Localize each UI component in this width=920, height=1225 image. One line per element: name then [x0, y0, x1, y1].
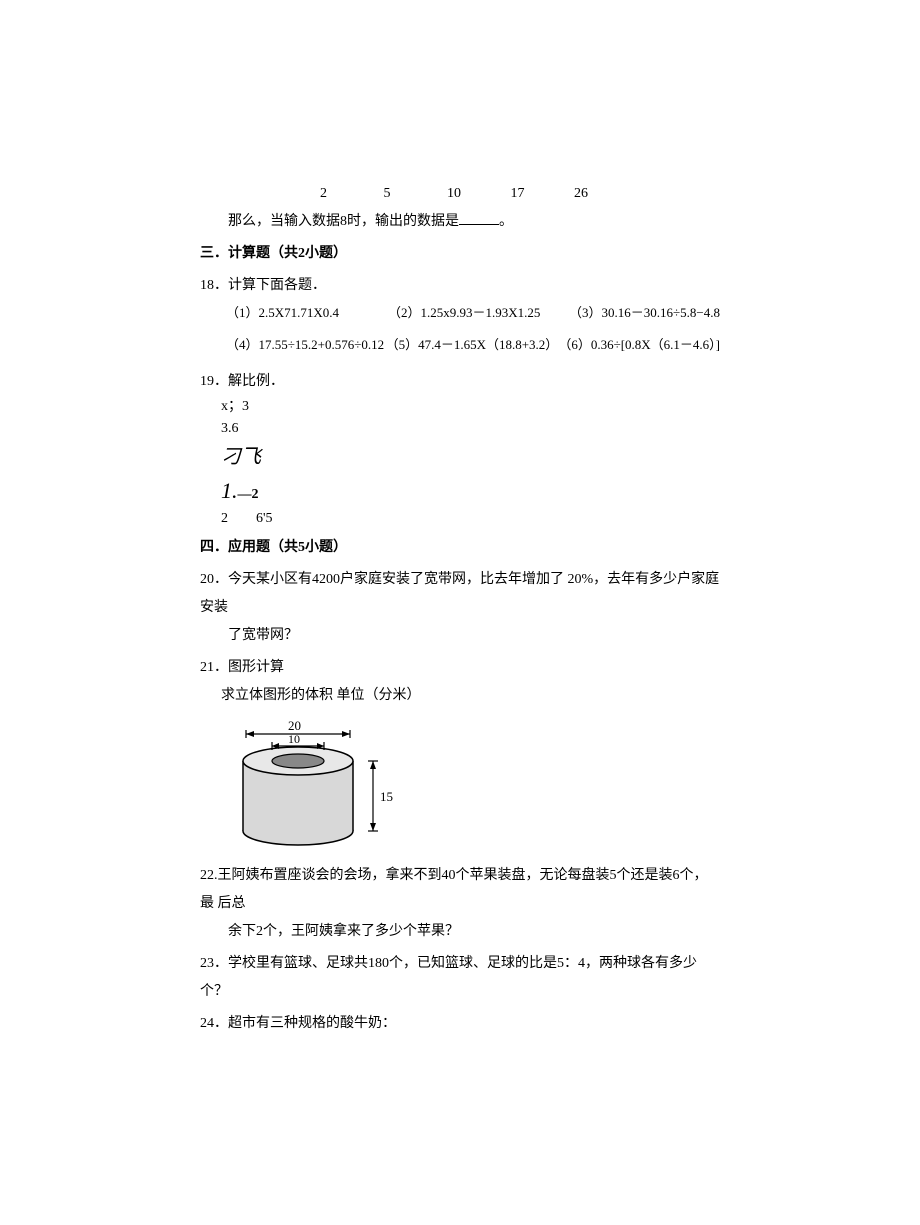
q18-3: （3）30.16－30.16÷5.8−4.8 — [569, 300, 720, 326]
q19-body: x；3 3.6 刁飞 1.—2 2 6'5 — [221, 396, 720, 530]
q18-6: （6）0.36÷[0.8X（6.1－4.6）] — [558, 332, 720, 358]
seq-val: 17 — [511, 180, 571, 208]
q18-1: （1）2.5X71.71X0.4 — [226, 300, 388, 326]
q21-sub: 求立体图形的体积 单位（分米） — [221, 682, 720, 710]
output-sequence-row: 2 5 10 17 26 — [320, 180, 720, 208]
q20-line2: 了宽带网？ — [228, 622, 720, 650]
q19-stem: 19．解比例． — [200, 368, 720, 396]
q19-l4a: 1. — [221, 478, 238, 503]
seq-val: 10 — [447, 180, 507, 208]
q19-l4: 1.—2 — [221, 473, 720, 508]
q20-line1: 20．今天某小区有4200户家庭安装了宽带网，比去年增加了 20%，去年有多少户… — [200, 566, 720, 622]
q18-4: （4）17.55÷15.2+0.576÷0.12 — [226, 332, 386, 358]
q18-2: （2）1.25x9.93－1.93X1.25 — [388, 300, 569, 326]
q18-row1: （1）2.5X71.71X0.4 （2）1.25x9.93－1.93X1.25 … — [226, 300, 720, 326]
seq-val: 26 — [574, 180, 634, 208]
cylinder-figure: 20 10 15 — [228, 716, 720, 856]
dim-outer: 20 — [288, 718, 301, 733]
q19-l5: 2 6'5 — [221, 508, 720, 530]
cylinder-svg: 20 10 15 — [228, 716, 418, 856]
fill-blank[interactable] — [459, 210, 499, 225]
dim-height: 15 — [380, 789, 393, 804]
q19-l4b: —2 — [238, 487, 259, 502]
q22-line2: 余下2个，王阿姨拿来了多少个苹果？ — [228, 918, 720, 946]
q19-l1: x；3 — [221, 396, 720, 418]
q18-row2: （4）17.55÷15.2+0.576÷0.12 （5）47.4－1.65X（1… — [226, 332, 720, 358]
q22-line1: 22.王阿姨布置座谈会的会场，拿来不到40个苹果装盘，无论每盘装5个还是装6个，… — [200, 862, 720, 918]
q19-l3: 刁飞 — [221, 441, 720, 473]
q17-line: 那么，当输入数据8时，输出的数据是 。 — [200, 208, 720, 236]
q23: 23．学校里有篮球、足球共180个，已知篮球、足球的比是5：4，两种球各有多少个… — [200, 950, 720, 1006]
dim-inner: 10 — [288, 732, 300, 746]
q18-5: （5）47.4－1.65X（18.8+3.2） — [386, 332, 559, 358]
q24: 24．超市有三种规格的酸牛奶： — [200, 1010, 720, 1038]
seq-val: 5 — [384, 180, 444, 208]
q17-suffix: 。 — [499, 214, 513, 229]
exam-page: 2 5 10 17 26 那么，当输入数据8时，输出的数据是 。 三．计算题（共2… — [0, 0, 920, 1118]
q19-l2: 3.6 — [221, 418, 720, 440]
section-3-heading: 三．计算题（共2小题） — [200, 240, 720, 268]
section-4-heading: 四．应用题（共5小题） — [200, 534, 720, 562]
q21-stem: 21．图形计算 — [200, 654, 720, 682]
q17-text: 那么，当输入数据8时，输出的数据是 — [228, 214, 459, 229]
seq-val: 2 — [320, 180, 380, 208]
q18-stem: 18．计算下面各题． — [200, 272, 720, 300]
